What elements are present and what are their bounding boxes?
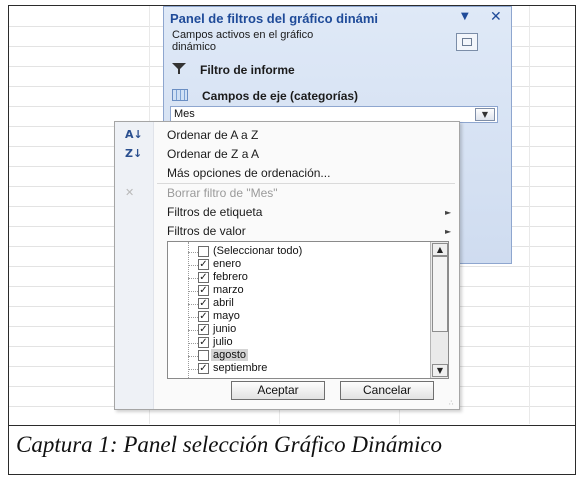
- caption-divider: [8, 425, 576, 426]
- field-filter-menu: A↓ Ordenar de A a Z Z↓ Ordenar de Z a A …: [114, 121, 460, 410]
- menu-item-sort-asc[interactable]: Ordenar de A a Z: [167, 128, 258, 142]
- pane-title: Panel de filtros del gráfico dinámi: [170, 11, 379, 26]
- menu-icon-gutter: [115, 122, 154, 409]
- list-item[interactable]: ✓ julio: [168, 336, 430, 350]
- resize-grip-icon[interactable]: ∴: [449, 399, 454, 407]
- cancel-button[interactable]: Cancelar: [340, 381, 434, 400]
- checkbox-checked[interactable]: ✓: [198, 298, 209, 309]
- axis-fields-row: Campos de eje (categorías): [172, 89, 358, 103]
- list-item[interactable]: ✓ abril: [168, 297, 430, 311]
- menu-item-clear-filter: Borrar filtro de "Mes": [167, 186, 278, 200]
- list-item[interactable]: ✓ septiembre: [168, 362, 430, 376]
- chevron-down-icon[interactable]: ▼: [475, 108, 495, 121]
- pane-options-arrow-icon[interactable]: ▼: [461, 11, 469, 22]
- axis-fields-icon: [172, 89, 188, 101]
- menu-item-sort-desc[interactable]: Ordenar de Z a A: [167, 147, 259, 161]
- menu-item-more-sort-options[interactable]: Más opciones de ordenación...: [167, 166, 330, 180]
- checkbox-checked[interactable]: ✓: [198, 259, 209, 270]
- checklist-scrollbar[interactable]: ▲ ▼: [430, 242, 448, 378]
- scroll-up-icon[interactable]: ▲: [432, 243, 448, 256]
- layout-icon: [462, 38, 472, 46]
- list-item[interactable]: ✓ febrero: [168, 271, 430, 285]
- menu-item-label-filters[interactable]: Filtros de etiqueta: [167, 205, 262, 219]
- close-icon[interactable]: ✕: [490, 9, 502, 25]
- scroll-thumb[interactable]: [432, 256, 448, 332]
- report-filter-row: Filtro de informe: [172, 63, 295, 77]
- menu-item-value-filters[interactable]: Filtros de valor: [167, 224, 246, 238]
- field-list-layout-button[interactable]: [456, 33, 478, 51]
- submenu-arrow-icon: ►: [445, 227, 452, 236]
- figure-caption: Captura 1: Panel selección Gráfico Dinám…: [16, 432, 443, 457]
- checkbox-checked[interactable]: ✓: [198, 324, 209, 335]
- checkbox-checked[interactable]: ✓: [198, 311, 209, 322]
- checkbox-checked[interactable]: ✓: [198, 363, 209, 374]
- list-item[interactable]: ✓ marzo: [168, 284, 430, 298]
- checkbox-checked[interactable]: ✓: [198, 285, 209, 296]
- list-item[interactable]: (Seleccionar todo): [168, 245, 430, 259]
- month-checklist: (Seleccionar todo) ✓ enero ✓ febrero ✓ m…: [167, 241, 449, 379]
- scroll-down-icon[interactable]: ▼: [432, 364, 448, 377]
- list-item[interactable]: agosto: [168, 349, 430, 363]
- ok-button[interactable]: Aceptar: [231, 381, 325, 400]
- menu-separator: [157, 183, 455, 184]
- sort-descending-icon: Z↓: [125, 147, 143, 160]
- list-item[interactable]: ✓ enero: [168, 258, 430, 272]
- list-item[interactable]: ✓ junio: [168, 323, 430, 337]
- filter-funnel-icon: [172, 63, 190, 77]
- active-fields-label: Campos activos en el gráfico dinámico: [172, 29, 314, 53]
- clear-filter-icon: ✕: [125, 186, 135, 199]
- checkbox-checked[interactable]: ✓: [198, 337, 209, 348]
- submenu-arrow-icon: ►: [445, 208, 452, 217]
- checkbox[interactable]: [198, 350, 209, 361]
- checkbox[interactable]: [198, 246, 209, 257]
- sort-ascending-icon: A↓: [125, 128, 143, 141]
- checkbox-checked[interactable]: ✓: [198, 272, 209, 283]
- list-item[interactable]: ✓ mayo: [168, 310, 430, 324]
